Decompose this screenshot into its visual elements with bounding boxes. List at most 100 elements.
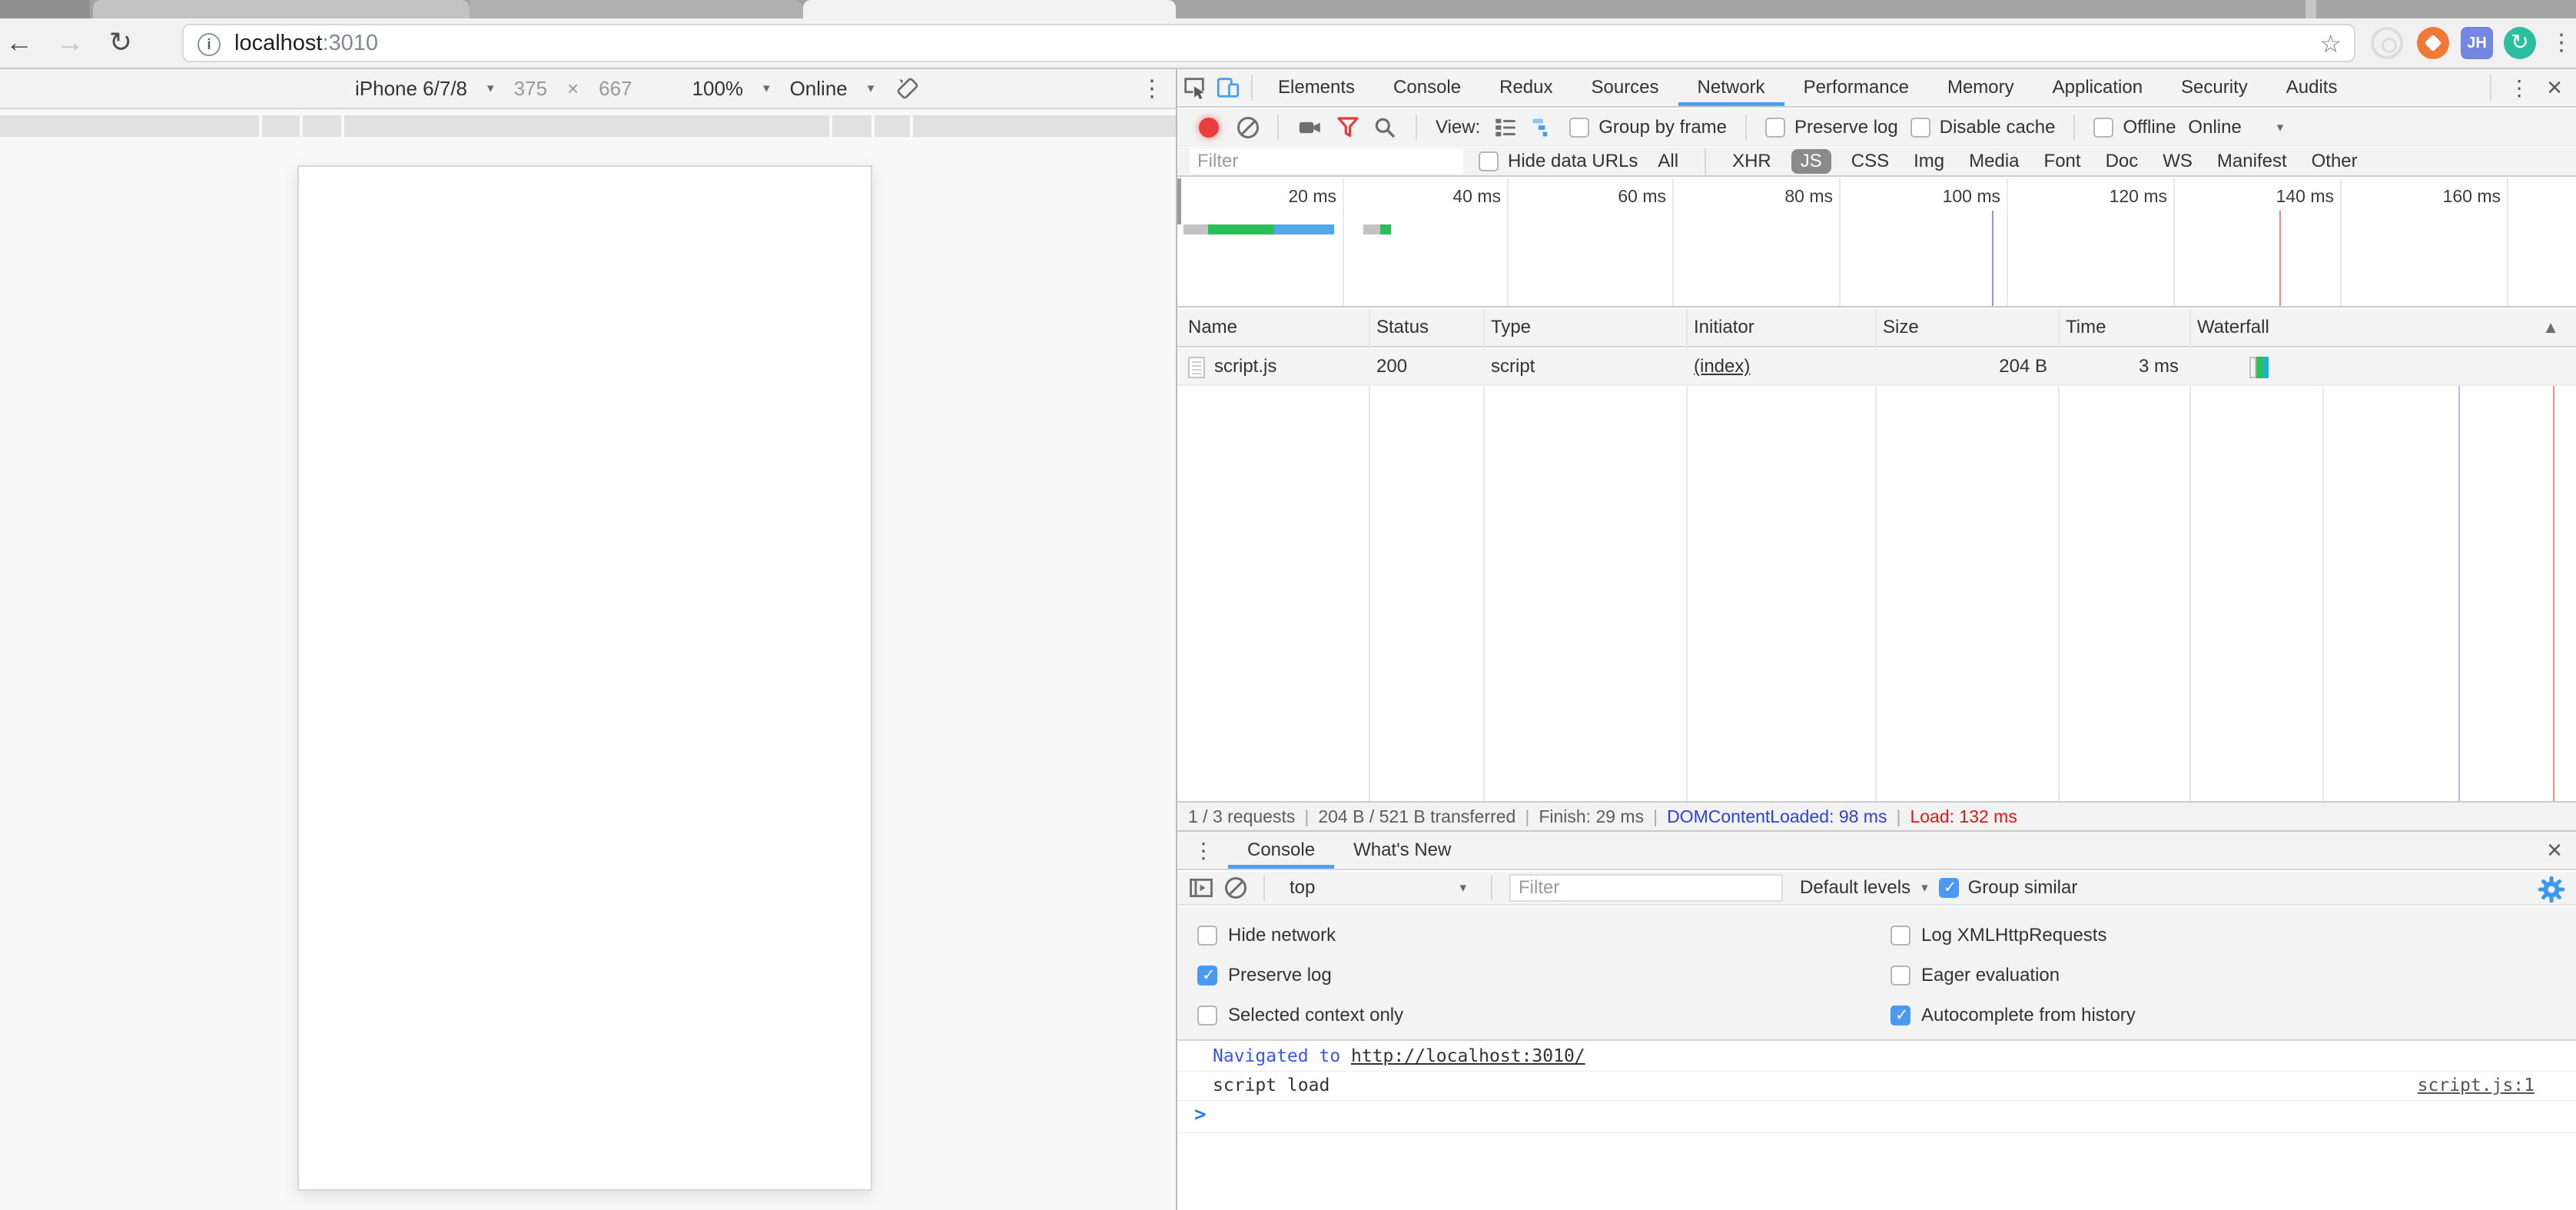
media-query-bar[interactable] xyxy=(303,115,341,137)
waterfall-view-icon[interactable] xyxy=(1531,115,1557,141)
type-filter-other[interactable]: Other xyxy=(2307,150,2362,173)
extension-icon-disabled[interactable] xyxy=(2371,27,2403,59)
column-header-status[interactable]: Status xyxy=(1376,309,1429,346)
throttling-select[interactable]: Online xyxy=(2188,117,2241,138)
list-view-icon[interactable] xyxy=(1492,115,1519,141)
filter-funnel-icon[interactable] xyxy=(1336,115,1360,140)
checkbox[interactable] xyxy=(2093,118,2113,138)
tab-console[interactable]: Console xyxy=(1374,69,1480,106)
column-header-type[interactable]: Type xyxy=(1491,309,1531,346)
type-filter-doc[interactable]: Doc xyxy=(2101,150,2143,173)
tab-whats-new[interactable]: What's New xyxy=(1334,832,1470,869)
type-filter-css[interactable]: CSS xyxy=(1847,150,1894,173)
type-filter-img[interactable]: Img xyxy=(1909,150,1949,173)
checkbox[interactable] xyxy=(1939,878,1959,898)
media-query-bar[interactable] xyxy=(832,115,871,137)
log-xmlhttprequests-checkbox[interactable]: Log XMLHttpRequests xyxy=(1891,924,2106,947)
clear-console-icon[interactable] xyxy=(1225,877,1247,899)
preserve-log-checkbox[interactable]: Preserve log xyxy=(1765,117,1898,138)
waterfall-bar[interactable] xyxy=(2249,357,2269,378)
forward-button[interactable]: → xyxy=(51,18,89,68)
page-info-icon[interactable]: i xyxy=(198,33,221,56)
column-header-waterfall[interactable]: Waterfall xyxy=(2197,309,2269,346)
inactive-tab[interactable] xyxy=(93,0,470,18)
viewport-height-field[interactable]: 667 xyxy=(599,77,632,101)
tab-elements[interactable]: Elements xyxy=(1259,69,1374,106)
type-filter-ws[interactable]: WS xyxy=(2158,150,2197,173)
record-button[interactable] xyxy=(1199,118,1219,138)
tab-memory[interactable]: Memory xyxy=(1928,69,2033,106)
viewport-width-field[interactable]: 375 xyxy=(514,77,547,101)
extension-icon-refresh[interactable]: ↻ xyxy=(2504,27,2536,59)
network-filter-input[interactable] xyxy=(1190,148,1463,174)
hide-data-urls-checkbox[interactable]: Hide data URLs xyxy=(1479,151,1638,172)
reload-button[interactable]: ↻ xyxy=(101,18,140,68)
media-query-bar[interactable] xyxy=(913,115,1176,137)
devtools-menu-icon[interactable]: ⋮ xyxy=(2508,75,2530,101)
address-bar[interactable]: i localhost:3010 ☆ xyxy=(182,24,2355,62)
zoom-select[interactable]: 100% xyxy=(692,77,744,101)
bookmark-star-icon[interactable]: ☆ xyxy=(2319,25,2342,61)
console-sidebar-toggle-icon[interactable] xyxy=(1188,875,1214,901)
log-levels-select[interactable]: Default levels xyxy=(1800,877,1910,899)
type-filter-manifest[interactable]: Manifest xyxy=(2213,150,2292,173)
request-row-scriptjs[interactable]: script.js 200 script (index) 204 B 3 ms xyxy=(1177,349,2576,386)
drawer-menu-icon[interactable]: ⋮ xyxy=(1177,838,1228,863)
inactive-tab[interactable] xyxy=(470,0,803,18)
drawer-close-icon[interactable]: × xyxy=(2541,836,2568,866)
tab-audits[interactable]: Audits xyxy=(2267,69,2357,106)
checkbox[interactable] xyxy=(1479,151,1499,171)
inspect-element-icon[interactable] xyxy=(1177,71,1211,105)
column-header-name[interactable]: Name xyxy=(1188,309,1237,346)
device-viewport[interactable] xyxy=(297,165,872,1191)
checkbox[interactable] xyxy=(1197,966,1217,986)
console-settings-gear-icon[interactable] xyxy=(2538,876,2565,909)
type-filter-font[interactable]: Font xyxy=(2040,150,2086,173)
type-filter-all[interactable]: All xyxy=(1653,150,1683,173)
browser-menu-icon[interactable]: ⋮ xyxy=(2550,29,2573,56)
checkbox[interactable] xyxy=(1569,118,1589,138)
active-tab[interactable] xyxy=(803,0,1176,18)
cell-name[interactable]: script.js xyxy=(1214,349,1276,384)
device-toolbar-more-icon[interactable]: ⋮ xyxy=(1140,75,1164,102)
console-filter-input[interactable] xyxy=(1509,874,1783,902)
device-select[interactable]: iPhone 6/7/8 xyxy=(355,77,467,101)
group-by-frame-checkbox[interactable]: Group by frame xyxy=(1569,117,1727,138)
overview-handle[interactable] xyxy=(1177,178,1181,224)
execution-context-select[interactable]: top ▾ xyxy=(1282,877,1474,899)
column-header-size[interactable]: Size xyxy=(1883,309,1919,346)
log-source-link[interactable]: script.js:1 xyxy=(2418,1072,2535,1100)
type-filter-xhr[interactable]: XHR xyxy=(1728,150,1776,173)
network-overview-timeline[interactable]: 20 ms 40 ms 60 ms 80 ms 100 ms 120 ms 14… xyxy=(1177,178,2576,307)
checkbox[interactable] xyxy=(1891,1006,1910,1026)
tab-application[interactable]: Application xyxy=(2033,69,2162,106)
capture-screenshots-icon[interactable] xyxy=(1297,115,1323,141)
tab-security[interactable]: Security xyxy=(2162,69,2267,106)
navigation-link[interactable]: http://localhost:3010/ xyxy=(1351,1046,1585,1066)
tab-console-drawer[interactable]: Console xyxy=(1228,832,1334,869)
checkbox[interactable] xyxy=(1765,118,1785,138)
selected-context-only-checkbox[interactable]: Selected context only xyxy=(1197,1004,1403,1027)
type-filter-js[interactable]: JS xyxy=(1791,149,1831,174)
extension-icon-orange[interactable] xyxy=(2417,27,2449,59)
checkbox[interactable] xyxy=(1891,966,1910,986)
tab-redux[interactable]: Redux xyxy=(1480,69,1572,106)
checkbox[interactable] xyxy=(1197,1006,1217,1026)
column-header-time[interactable]: Time xyxy=(2066,309,2106,346)
throttling-select[interactable]: Online xyxy=(790,77,848,101)
tab-performance[interactable]: Performance xyxy=(1784,69,1928,106)
group-similar-checkbox[interactable]: Group similar xyxy=(1939,877,2078,899)
disable-cache-checkbox[interactable]: Disable cache xyxy=(1910,117,2056,138)
autocomplete-from-history-checkbox[interactable]: Autocomplete from history xyxy=(1891,1004,2136,1027)
device-toolbar-toggle-icon[interactable] xyxy=(1211,71,1245,105)
checkbox[interactable] xyxy=(1910,118,1930,138)
url-text[interactable]: localhost:3010 xyxy=(234,25,378,61)
clear-icon[interactable] xyxy=(1237,117,1259,138)
devtools-close-icon[interactable]: × xyxy=(2541,73,2568,103)
eager-evaluation-checkbox[interactable]: Eager evaluation xyxy=(1891,964,2060,987)
media-query-bar[interactable] xyxy=(344,115,829,137)
browser-tab-strip[interactable] xyxy=(0,0,2576,18)
media-query-bar[interactable] xyxy=(875,115,910,137)
console-prompt-row[interactable]: > xyxy=(1177,1101,2576,1133)
sort-asc-icon[interactable]: ▲ xyxy=(2542,309,2559,346)
